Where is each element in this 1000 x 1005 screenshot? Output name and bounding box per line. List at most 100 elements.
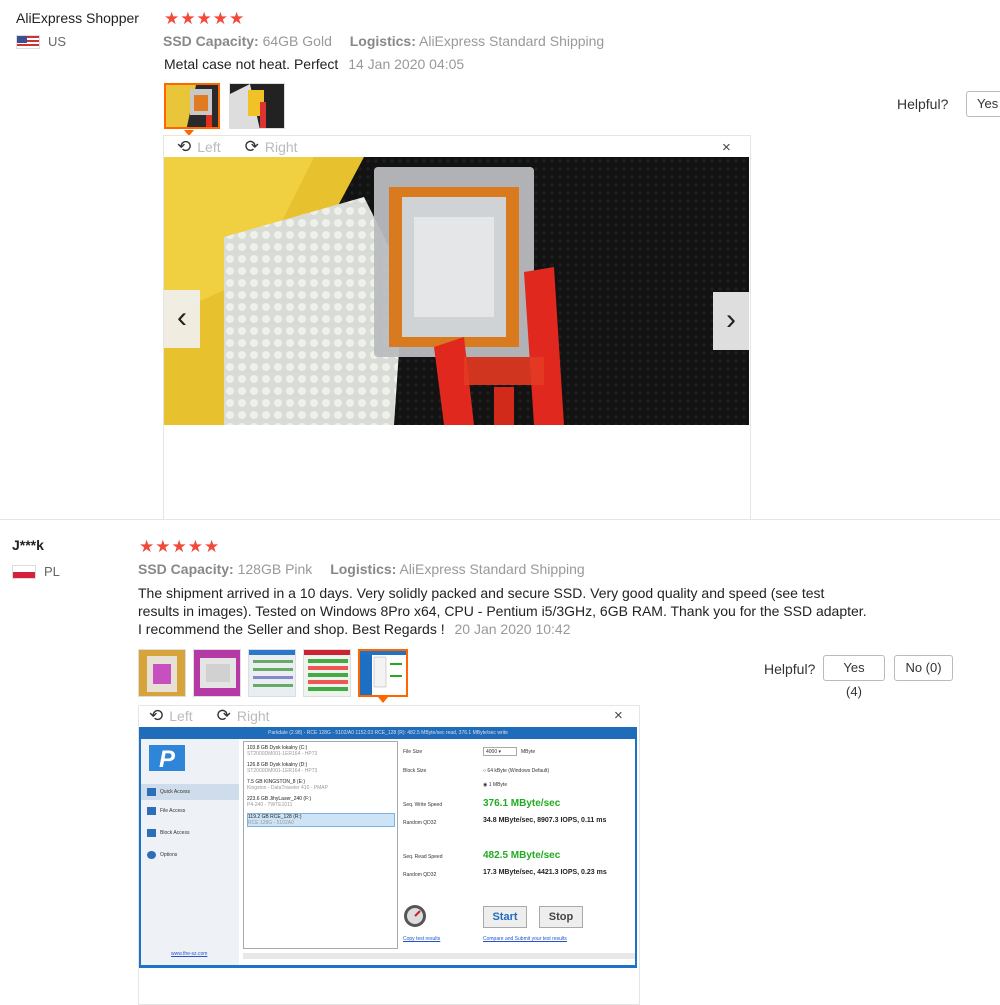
file-size-unit: MByte (521, 749, 536, 755)
stop-button[interactable]: Stop (539, 906, 583, 928)
menu-label: Quick Access (160, 789, 191, 795)
menu-label: Options (160, 852, 178, 858)
seq-write-value: 376.1 MByte/sec (483, 798, 561, 809)
block-size-label: Block Size (403, 768, 427, 774)
pl-flag-icon (12, 564, 36, 579)
attr-label: Logistics: (330, 561, 397, 577)
drive-item[interactable]: 126.8 GB Dysk lokalny (D:) ST2000DM001-1E… (247, 762, 393, 774)
viewer-toolbar: ⟲ Left ⟳ Right (177, 137, 298, 157)
rotate-right-label[interactable]: Right (237, 708, 270, 724)
menu-label: File Access (160, 808, 186, 814)
rotate-left-icon[interactable]: ⟲ (177, 137, 191, 157)
compare-results-link[interactable]: Compare and Submit your test results (483, 936, 567, 942)
attr-value: AliExpress Standard Shipping (419, 33, 605, 49)
drive-sub: ST2000DM001-1ER164 - HP73 (247, 768, 318, 774)
review-photo-thumb[interactable] (193, 649, 241, 697)
quick-access-icon (147, 788, 156, 796)
drive-item[interactable]: 7.5 GB KINGSTON_8 (E:) Kingston - DataTra… (247, 779, 393, 791)
us-flag-icon (16, 34, 40, 49)
block-size-option-2[interactable]: ◉ 1 MByte (483, 782, 507, 788)
window-title: Parkdale (2.98) - RCE 128G - 5102/A0 115… (139, 727, 637, 739)
block-access-icon (147, 829, 156, 837)
attr-value: 64GB Gold (262, 33, 332, 49)
sidebar-item-quick-access[interactable]: Quick Access (141, 784, 239, 800)
reviewer-country: PL (12, 564, 60, 579)
progress-track (243, 953, 635, 959)
drive-sub: RCE 128G - 5102A0 (248, 820, 294, 826)
seq-read-label: Seq. Read Speed (403, 854, 443, 860)
review-photo-thumb[interactable] (358, 649, 408, 697)
rotate-left-icon[interactable]: ⟲ (149, 706, 163, 726)
attr-label: Logistics: (349, 33, 416, 49)
reviewer-name: J***k (12, 537, 44, 553)
review-text: Metal case not heat. Perfect 14 Jan 2020… (164, 55, 464, 73)
site-link[interactable]: www.the-sz.com (171, 951, 207, 957)
viewer-toolbar: ⟲ Left ⟳ Right (149, 706, 270, 726)
review-photo-thumb[interactable] (248, 649, 296, 697)
review-photo-thumb[interactable] (138, 649, 186, 697)
review-photo-thumb[interactable] (229, 83, 285, 129)
drive-sub: Kingston - DataTraveler 410 - PMAP (247, 785, 328, 791)
block-size-option-1[interactable]: ○ 64 kByte (Windows Default) (483, 768, 549, 774)
prev-photo-button[interactable]: ‹ (164, 290, 200, 348)
attr-value: 128GB Pink (237, 561, 313, 577)
reviewer-name: AliExpress Shopper (16, 10, 139, 26)
random-read-label: Random QD32 (403, 872, 437, 878)
radio-label: 64 kByte (Windows Default) (487, 768, 550, 774)
star-rating: ★★★★★ (164, 9, 246, 28)
app-logo-icon: P (149, 745, 185, 771)
sidebar-item-options[interactable]: Options (147, 851, 177, 859)
gear-icon (147, 851, 156, 859)
drive-list: 103.8 GB Dysk lokalny (C:) ST2000DM001-1E… (243, 741, 398, 949)
sidebar-item-block-access[interactable]: Block Access (147, 829, 189, 837)
menu-label: Block Access (160, 830, 190, 836)
drive-sub: ST2000DM001-1ER164 - HP73 (247, 751, 318, 757)
start-button[interactable]: Start (483, 906, 527, 928)
rotate-right-label[interactable]: Right (265, 139, 298, 155)
app-sidebar: P Quick Access File Access Block Access … (141, 739, 239, 965)
drive-item[interactable]: 223.6 GB JihyLaser_240 (F:) P4-240 - TWTE… (247, 796, 393, 808)
review-attributes: SSD Capacity: 128GB Pink Logistics: AliE… (138, 561, 585, 577)
drive-item-selected[interactable]: 119.2 GB RCE_128 (R:) RCE 128G - 5102A0 (247, 813, 395, 827)
random-write-value: 34.8 MByte/sec, 8907.3 IOPS, 0.11 ms (483, 817, 607, 824)
review-photo-thumb[interactable] (303, 649, 351, 697)
helpful-yes-button[interactable]: Yes (4) (823, 655, 885, 699)
review-photo-thumb[interactable] (164, 83, 220, 129)
rotate-right-icon[interactable]: ⟳ (245, 137, 259, 157)
rotate-left-label[interactable]: Left (169, 708, 192, 724)
helpful-yes-button[interactable]: Yes (966, 91, 1000, 117)
seq-read-value: 482.5 MByte/sec (483, 850, 561, 861)
file-access-icon (147, 807, 156, 815)
random-read-value: 17.3 MByte/sec, 4421.3 IOPS, 0.23 ms (483, 869, 607, 876)
review-body: Metal case not heat. Perfect (164, 56, 339, 72)
svg-text:P: P (159, 746, 176, 771)
file-size-select[interactable]: 4000 ▾ (483, 747, 517, 756)
selected-thumb-caret (378, 697, 388, 703)
seq-write-label: Seq. Write Speed (403, 802, 443, 808)
rotate-right-icon[interactable]: ⟳ (217, 706, 231, 726)
helpful-label: Helpful? (764, 661, 816, 677)
close-icon[interactable]: × (614, 707, 623, 724)
attr-label: SSD Capacity: (163, 33, 259, 49)
drive-item[interactable]: 103.8 GB Dysk lokalny (C:) ST2000DM001-1E… (247, 745, 393, 757)
speedometer-icon (404, 905, 426, 927)
review-attributes: SSD Capacity: 64GB Gold Logistics: AliEx… (163, 33, 604, 49)
attr-value: AliExpress Standard Shipping (399, 561, 585, 577)
copy-results-link[interactable]: Copy test results (403, 936, 440, 942)
file-size-label: File Size (403, 749, 423, 755)
file-size-value: 4000 (486, 749, 498, 755)
next-photo-button[interactable]: › (713, 292, 749, 350)
rotate-left-label[interactable]: Left (197, 139, 220, 155)
country-code: PL (44, 564, 60, 579)
radio-label: 1 MByte (488, 782, 508, 788)
benchmark-screenshot: Parkdale (2.98) - RCE 128G - 5102/A0 115… (139, 727, 637, 968)
helpful-label: Helpful? (897, 96, 949, 112)
review-divider (0, 519, 1000, 520)
helpful-no-button[interactable]: No (0) (894, 655, 953, 681)
sidebar-item-file-access[interactable]: File Access (147, 807, 185, 815)
drive-sub: P4-240 - TWTE1011 (247, 802, 293, 808)
reviewer-country: US (16, 34, 66, 49)
country-code: US (48, 34, 67, 49)
review-date: 20 Jan 2020 10:42 (454, 621, 571, 637)
close-icon[interactable]: × (722, 139, 731, 156)
